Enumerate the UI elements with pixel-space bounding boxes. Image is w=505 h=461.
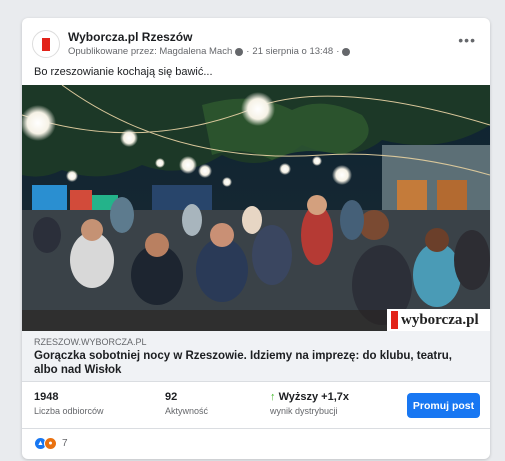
post-caption: Bo rzeszowianie kochają się bawić...: [34, 66, 213, 78]
more-options-icon[interactable]: •••: [458, 32, 476, 48]
engagement-stat: 92 Aktywność: [165, 391, 208, 416]
link-preview[interactable]: RZESZOW.WYBORCZA.PL Gorączka sobotniej n…: [22, 331, 490, 382]
watermark: wyborcza.pl: [387, 309, 490, 331]
watermark-text: wyborcza.pl: [401, 311, 479, 328]
globe-icon: [342, 47, 351, 56]
post-meta: Opublikowane przez: Magdalena Mach · 21 …: [68, 46, 351, 57]
reach-value: 1948: [34, 391, 59, 403]
reach-label: Liczba odbiorców: [34, 406, 104, 416]
post-image[interactable]: wyborcza.pl: [22, 85, 490, 331]
published-by: Opublikowane przez: Magdalena Mach: [68, 46, 233, 57]
distribution-value-row: ↑ Wyższy +1,7x: [270, 391, 349, 403]
post-header: Wyborcza.pl Rzeszów Opublikowane przez: …: [22, 18, 490, 66]
post-insights: 1948 Liczba odbiorców 92 Aktywność ↑ Wyż…: [22, 382, 490, 429]
link-domain: RZESZOW.WYBORCZA.PL: [34, 337, 147, 347]
brand-logo-icon: [42, 37, 50, 51]
separator: ·: [246, 46, 250, 57]
reach-stat: 1948 Liczba odbiorców: [34, 391, 104, 416]
distribution-stat[interactable]: ↑ Wyższy +1,7x wynik dystrybucji: [270, 391, 349, 416]
post-date[interactable]: 21 sierpnia o 13:48: [252, 46, 333, 57]
party-crowd-photo: [22, 85, 490, 331]
separator: ·: [336, 46, 340, 57]
page-name[interactable]: Wyborcza.pl Rzeszów: [68, 30, 192, 44]
distribution-value: Wyższy +1,7x: [278, 391, 349, 403]
help-icon[interactable]: [235, 47, 244, 56]
angry-icon: ●: [44, 437, 57, 450]
link-title[interactable]: Gorączka sobotniej nocy w Rzeszowie. Idz…: [34, 349, 474, 377]
engagement-value: 92: [165, 391, 178, 403]
engagement-label: Aktywność: [165, 406, 209, 416]
distribution-label: wynik dystrybucji: [270, 406, 338, 416]
arrow-up-icon: ↑: [270, 391, 276, 403]
reactions-summary[interactable]: ▲ ● 7: [34, 437, 68, 450]
post-card: Wyborcza.pl Rzeszów Opublikowane przez: …: [22, 18, 490, 459]
brand-logo-icon: [391, 311, 398, 329]
page-avatar[interactable]: [32, 30, 60, 58]
promote-post-button[interactable]: Promuj post: [407, 393, 480, 418]
reaction-count: 7: [62, 438, 68, 449]
